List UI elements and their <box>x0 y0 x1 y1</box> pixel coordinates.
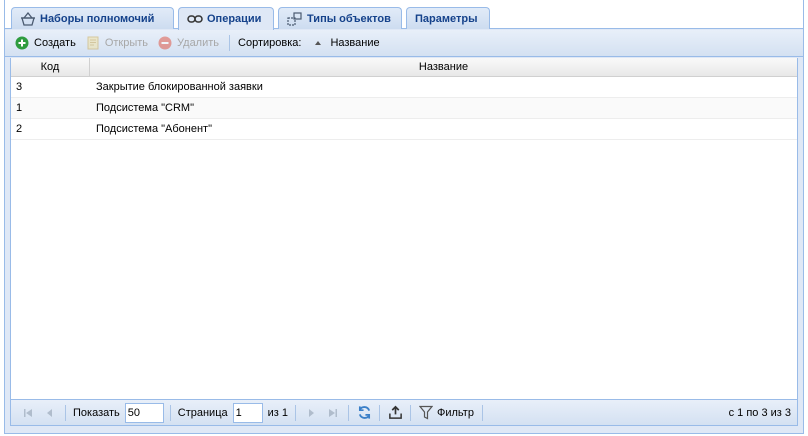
table-row[interactable]: 2 Подсистема "Абонент" <box>11 119 797 140</box>
tab-label: Операции <box>207 13 262 25</box>
column-header-name[interactable]: Название <box>90 58 797 76</box>
tab-label: Параметры <box>415 12 478 25</box>
next-page-button[interactable] <box>302 404 320 422</box>
paging-info: с 1 по 3 из 3 <box>728 406 791 419</box>
toolbar-separator <box>229 35 231 51</box>
open-button[interactable]: Открыть <box>82 33 154 53</box>
cell-name: Подсистема "CRM" <box>96 102 194 114</box>
cell-name: Подсистема "Абонент" <box>96 123 212 135</box>
document-icon <box>86 36 100 50</box>
tab-object-types[interactable]: Типы объектов <box>278 7 402 29</box>
sort-label: Сортировка: <box>238 37 302 49</box>
last-page-icon <box>329 408 337 417</box>
first-page-icon <box>24 408 32 417</box>
next-page-icon <box>309 408 314 417</box>
tab-bar: Наборы полномочий Операции Типы объектов… <box>5 0 803 30</box>
pager-separator <box>410 404 411 421</box>
delete-button[interactable]: Удалить <box>154 33 225 53</box>
objects-icon <box>287 11 303 26</box>
create-label: Создать <box>34 37 76 49</box>
pager-separator <box>379 404 380 421</box>
refresh-button[interactable] <box>355 404 373 422</box>
pager-separator <box>481 404 483 421</box>
column-header-code[interactable]: Код <box>11 58 90 76</box>
cell-code: 3 <box>16 81 23 93</box>
table-row[interactable]: 1 Подсистема "CRM" <box>11 98 797 119</box>
sort-name-button[interactable]: Название <box>307 33 385 53</box>
pager-separator <box>348 404 349 421</box>
refresh-icon <box>358 406 370 419</box>
sort-field-label: Название <box>330 37 380 49</box>
export-button[interactable] <box>386 404 404 422</box>
tab-label: Типы объектов <box>307 12 391 25</box>
tab-parameters[interactable]: Параметры <box>406 7 490 29</box>
toolbar: Создать Открыть Удалить Сортировка: Назв… <box>5 30 803 57</box>
paging-toolbar: Показать Страница из 1 Фильтр с 1 по 3 и… <box>10 399 798 426</box>
filter-label: Фильтр <box>437 406 474 419</box>
operations-grid: Код Название 3 Закрытие блокированной за… <box>10 58 798 399</box>
page-size-input[interactable] <box>124 402 164 423</box>
cell-code: 2 <box>16 123 23 135</box>
grid-header: Код Название <box>11 58 797 77</box>
page-count-label: из 1 <box>267 406 288 419</box>
filter-button[interactable]: Фильтр <box>415 405 478 420</box>
prev-page-icon <box>47 408 52 417</box>
tab-label: Наборы полномочий <box>40 12 155 25</box>
sort-asc-icon <box>311 36 325 50</box>
first-page-button[interactable] <box>19 404 37 422</box>
minus-circle-icon <box>158 36 172 50</box>
page-label: Страница <box>177 406 228 419</box>
link-icon <box>187 12 203 26</box>
pager-separator <box>295 404 296 421</box>
cell-name: Закрытие блокированной заявки <box>96 81 263 93</box>
prev-page-button[interactable] <box>41 404 59 422</box>
pager-separator <box>169 404 171 421</box>
table-row[interactable]: 3 Закрытие блокированной заявки <box>11 77 797 98</box>
delete-label: Удалить <box>177 37 220 49</box>
pager-separator <box>65 404 66 421</box>
upload-icon <box>388 405 402 419</box>
show-label: Показать <box>73 406 120 419</box>
basket-icon <box>20 11 36 26</box>
tab-permission-sets[interactable]: Наборы полномочий <box>11 7 174 29</box>
open-label: Открыть <box>104 37 149 49</box>
last-page-button[interactable] <box>324 404 342 422</box>
plus-circle-icon <box>15 36 29 50</box>
filter-icon <box>419 405 433 420</box>
create-button[interactable]: Создать <box>11 33 82 53</box>
page-number-input[interactable] <box>232 402 263 423</box>
tab-operations[interactable]: Операции <box>178 7 274 30</box>
operations-panel: Наборы полномочий Операции Типы объектов… <box>4 0 804 434</box>
cell-code: 1 <box>16 102 23 114</box>
